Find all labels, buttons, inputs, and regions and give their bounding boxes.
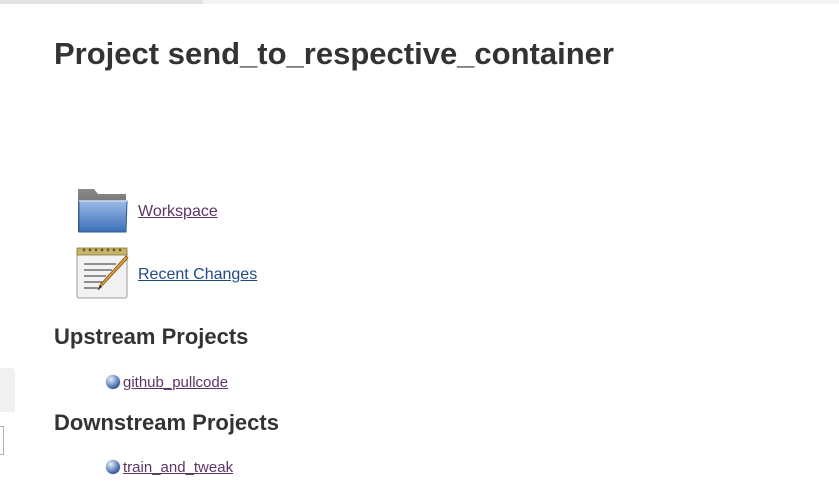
downstream-project-link[interactable]: train_and_tweak [123, 459, 233, 476]
notepad-icon[interactable] [76, 246, 130, 302]
top-tab-strip [0, 0, 839, 4]
top-tab-indicator [0, 0, 203, 4]
blue-ball-icon [106, 460, 120, 474]
blue-ball-icon [106, 375, 120, 389]
folder-icon[interactable] [76, 183, 130, 239]
downstream-project-item[interactable]: train_and_tweak [106, 458, 233, 476]
workspace-link[interactable]: Workspace [138, 203, 218, 221]
page-title: Project send_to_respective_container [54, 36, 614, 71]
side-panel-edge [0, 368, 15, 412]
recent-changes-row[interactable]: Recent Changes [76, 246, 257, 302]
upstream-heading: Upstream Projects [54, 324, 249, 349]
job-page: Project send_to_respective_container Wor… [0, 0, 839, 496]
workspace-row[interactable]: Workspace [76, 183, 218, 239]
downstream-heading: Downstream Projects [54, 410, 279, 435]
recent-changes-link[interactable]: Recent Changes [138, 266, 257, 284]
upstream-project-item[interactable]: github_pullcode [106, 373, 228, 391]
upstream-project-link[interactable]: github_pullcode [123, 374, 228, 391]
side-input-edge[interactable] [0, 426, 4, 455]
